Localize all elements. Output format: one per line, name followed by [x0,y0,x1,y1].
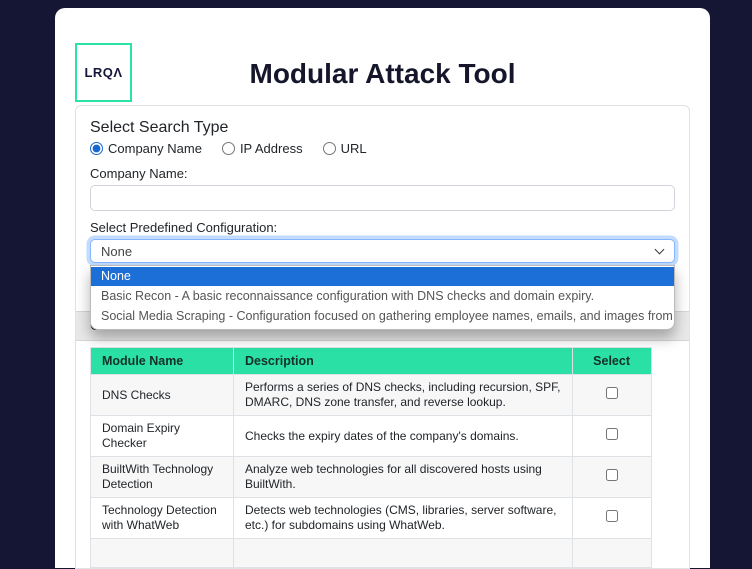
page-title: Modular Attack Tool [55,58,710,90]
dropdown-option-basic-recon[interactable]: Basic Recon - A basic reconnaissance con… [91,287,674,306]
radio-url-label: URL [341,141,367,156]
table-row: Technology Detection with WhatWeb Detect… [91,498,652,539]
table-row-partial [91,539,652,568]
module-description-cell: Checks the expiry dates of the company's… [234,416,573,457]
header-description: Description [234,348,573,375]
config-label: Select Predefined Configuration: [90,220,675,236]
radio-ip-address[interactable]: IP Address [222,141,303,156]
company-name-input[interactable] [90,185,675,211]
header-select: Select [572,348,651,375]
module-select-checkbox[interactable] [606,428,618,440]
dropdown-option-social-media[interactable]: Social Media Scraping - Configuration fo… [91,307,674,326]
module-description-cell: Performs a series of DNS checks, includi… [234,375,573,416]
radio-company-name-label: Company Name [108,141,202,156]
card-header: LRQΛ Modular Attack Tool [55,8,710,105]
header-module-name: Module Name [91,348,234,375]
module-name-cell: Domain Expiry Checker [91,416,234,457]
module-name-cell: BuiltWith Technology Detection [91,457,234,498]
module-description-cell: Analyze web technologies for all discove… [234,457,573,498]
radio-url[interactable]: URL [323,141,367,156]
table-row: Domain Expiry Checker Checks the expiry … [91,416,652,457]
config-select[interactable]: None [90,239,675,263]
module-name-cell: Technology Detection with WhatWeb [91,498,234,539]
table-row: BuiltWith Technology Detection Analyze w… [91,457,652,498]
modules-table-section: Module Name Description Select DNS Check… [76,341,689,568]
config-select-wrap: None None Basic Recon - A basic reconnai… [90,239,675,263]
chevron-down-icon [655,245,665,255]
search-type-radio-group: Company Name IP Address URL [90,141,675,156]
radio-ip-address-label: IP Address [240,141,303,156]
radio-ip-address-input[interactable] [222,142,235,155]
modules-table: Module Name Description Select DNS Check… [90,347,652,568]
dropdown-option-none[interactable]: None [91,267,674,286]
table-row: DNS Checks Performs a series of DNS chec… [91,375,652,416]
company-name-label: Company Name: [90,166,675,182]
search-form-section: Select Search Type Company Name IP Addre… [76,106,689,311]
table-header-row: Module Name Description Select [91,348,652,375]
module-select-checkbox[interactable] [606,469,618,481]
module-name-cell: DNS Checks [91,375,234,416]
radio-company-name[interactable]: Company Name [90,141,202,156]
radio-url-input[interactable] [323,142,336,155]
radio-company-name-input[interactable] [90,142,103,155]
search-type-heading: Select Search Type [90,118,675,137]
module-description-cell: Detects web technologies (CMS, libraries… [234,498,573,539]
module-select-checkbox[interactable] [606,387,618,399]
config-select-value: None [101,244,132,259]
config-dropdown: None Basic Recon - A basic reconnaissanc… [90,265,675,330]
main-card: LRQΛ Modular Attack Tool Select Search T… [55,8,710,568]
module-select-checkbox[interactable] [606,510,618,522]
form-panel: Select Search Type Company Name IP Addre… [75,105,690,569]
